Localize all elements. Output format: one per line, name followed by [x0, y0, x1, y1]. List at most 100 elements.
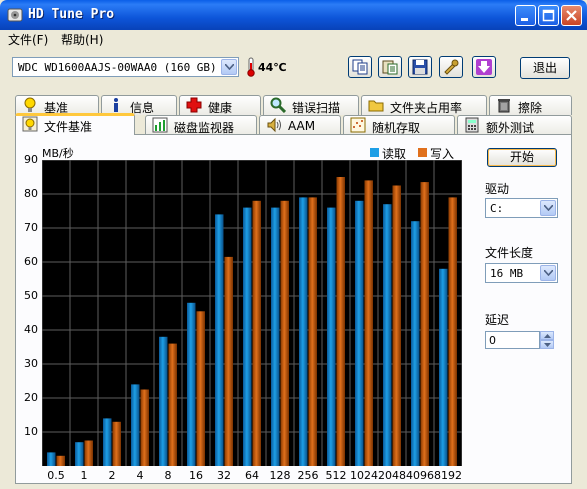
tab-disk-monitor[interactable]: 磁盘监视器: [145, 115, 257, 135]
y-tick-label: 30: [24, 357, 38, 370]
delay-decrement-button[interactable]: [540, 340, 554, 349]
bar-write: [84, 440, 93, 466]
copy-info-button[interactable]: [348, 56, 372, 78]
x-tick-label: 16: [189, 469, 203, 482]
bar-write: [308, 197, 317, 466]
folder-icon: [368, 100, 384, 112]
options-button[interactable]: [439, 56, 463, 78]
delay-input[interactable]: 0: [485, 331, 540, 349]
chevron-up-icon: [544, 334, 551, 338]
y-tick-label: 70: [24, 221, 38, 234]
bar-write: [364, 180, 373, 466]
x-tick-label: 2048: [378, 469, 406, 482]
x-tick-label: 2: [108, 469, 116, 482]
x-tick-label: 0.5: [47, 469, 65, 482]
x-tick-label: 1: [80, 469, 88, 482]
x-tick-label: 64: [245, 469, 259, 482]
tab-folder-usage[interactable]: 文件夹占用率: [361, 95, 487, 115]
clipboard-icon: [382, 60, 398, 75]
bar-chart-icon: [152, 117, 168, 133]
window-title: HD Tune Pro: [28, 7, 115, 22]
save-button[interactable]: [408, 56, 432, 78]
drive-letter-value: C:: [490, 202, 504, 215]
chevron-down-icon[interactable]: [540, 200, 556, 216]
x-tick-label: 4096: [406, 469, 434, 482]
menu-file[interactable]: 文件(F): [8, 31, 48, 48]
tab-row-secondary: 文件基准 磁盘监视器 AAM 随机存取 额外测试: [15, 113, 572, 135]
delay-value: 0: [489, 334, 496, 347]
bar-write: [56, 455, 65, 466]
floppy-disk-icon: [412, 59, 428, 75]
delay-increment-button[interactable]: [540, 331, 554, 340]
bar-write: [252, 200, 261, 466]
app-disk-icon: [7, 8, 23, 22]
x-tick-label: 1024: [350, 469, 378, 482]
maximize-button[interactable]: [538, 5, 559, 26]
copy-icon: [352, 59, 368, 75]
bar-read: [439, 268, 448, 466]
maximize-icon: [542, 9, 555, 22]
bulb-icon: [24, 97, 36, 112]
drive-label: 驱动: [485, 182, 510, 196]
start-button[interactable]: 开始: [487, 148, 557, 167]
x-tick-label: 8192: [434, 469, 462, 482]
y-tick-label: 10: [24, 425, 38, 438]
exit-button[interactable]: 退出: [520, 57, 570, 79]
tab-extra-tests[interactable]: 额外测试: [457, 115, 572, 135]
drive-select[interactable]: WDC WD1600AAJS-00WAA0 (160 GB): [12, 57, 239, 77]
bar-read: [411, 221, 420, 466]
calculator-icon: [465, 117, 479, 133]
file-length-label: 文件长度: [485, 246, 534, 260]
settings-icon: [444, 59, 459, 75]
close-button[interactable]: [561, 5, 582, 26]
chart-canvas: [42, 160, 462, 466]
bar-read: [103, 418, 112, 466]
bar-read: [383, 204, 392, 466]
bar-write: [224, 256, 233, 466]
close-icon: [566, 10, 577, 21]
tab-erase[interactable]: 擦除: [489, 95, 572, 115]
chevron-down-icon[interactable]: [540, 265, 556, 281]
chevron-down-icon: [544, 343, 551, 347]
download-button[interactable]: [472, 56, 496, 78]
tab-random-access[interactable]: 随机存取: [343, 115, 455, 135]
legend-read-swatch: [370, 148, 379, 157]
thermometer-icon: [247, 57, 255, 77]
tab-file-benchmark[interactable]: 文件基准: [15, 113, 135, 135]
tab-aam[interactable]: AAM: [259, 115, 341, 135]
x-tick-label: 512: [325, 469, 347, 482]
tab-error-scan[interactable]: 错误扫描: [263, 95, 359, 115]
copy-report-button[interactable]: [378, 56, 402, 78]
file-length-select[interactable]: 16 MB: [485, 263, 558, 283]
x-tick-label: 4: [136, 469, 144, 482]
tab-info[interactable]: 信息: [101, 95, 177, 115]
menu-bar: 文件(F) 帮助(H): [0, 30, 587, 48]
menu-help[interactable]: 帮助(H): [61, 31, 103, 48]
bar-read: [215, 214, 224, 466]
file-length-value: 16 MB: [490, 267, 524, 280]
bar-read: [75, 442, 84, 466]
y-tick-label: 90: [24, 153, 38, 166]
minimize-icon: [521, 18, 528, 21]
file-bulb-icon: [22, 116, 38, 132]
bar-write: [112, 421, 121, 466]
y-tick-label: 20: [24, 391, 38, 404]
tab-row-primary: 基准 信息 健康 错误扫描 文件夹占用率 擦除: [15, 95, 572, 115]
bar-write: [140, 389, 149, 466]
chevron-down-icon[interactable]: [221, 59, 237, 75]
speaker-icon: [267, 117, 281, 133]
info-icon: [114, 98, 118, 112]
tab-health[interactable]: 健康: [179, 95, 261, 115]
bar-write: [448, 197, 457, 466]
title-bar[interactable]: HD Tune Pro: [0, 0, 587, 30]
drive-letter-select[interactable]: C:: [485, 198, 558, 218]
drive-select-value: WDC WD1600AAJS-00WAA0 (160 GB): [18, 61, 217, 74]
x-tick-label: 128: [269, 469, 291, 482]
temperature-readout: 44℃: [258, 61, 287, 74]
minimize-button[interactable]: [515, 5, 536, 26]
tab-benchmark[interactable]: 基准: [15, 95, 99, 115]
bar-read: [355, 200, 364, 466]
bar-write: [336, 177, 345, 466]
trash-icon: [498, 99, 510, 113]
legend-write-swatch: [418, 148, 427, 157]
